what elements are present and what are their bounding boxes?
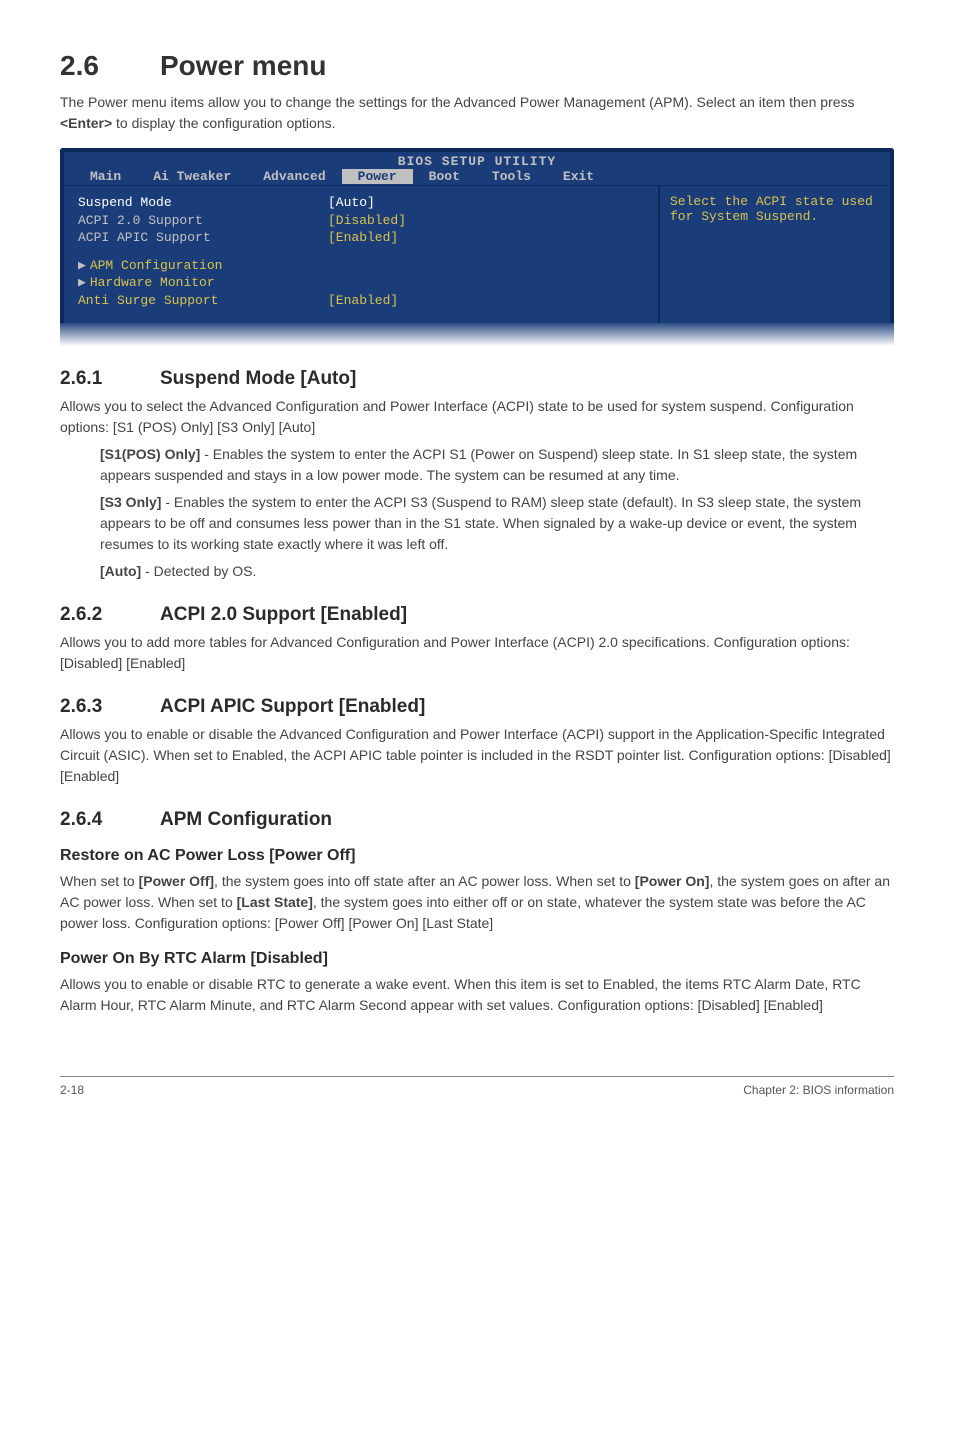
bold: [Last State]: [237, 894, 313, 910]
subsection-title: APM Configuration: [160, 809, 332, 830]
bios-title: BIOS SETUP UTILITY: [64, 152, 890, 169]
subsection-title: ACPI APIC Support [Enabled]: [160, 696, 425, 717]
subsection-number: 2.6.3: [60, 696, 160, 718]
bios-item-value: [Disabled]: [328, 212, 406, 230]
bios-item-label: Suspend Mode: [78, 194, 328, 212]
bios-item-suspend-mode[interactable]: Suspend Mode [Auto]: [78, 194, 648, 212]
chevron-right-icon: ▶: [78, 274, 86, 292]
bios-submenu-apm[interactable]: ▶APM Configuration: [78, 257, 648, 275]
bios-submenu-label: APM Configuration: [90, 257, 223, 275]
option-text: - Enables the system to enter the ACPI S…: [100, 494, 861, 552]
section-title-text: Power menu: [160, 50, 326, 81]
bios-tab-boot[interactable]: Boot: [413, 169, 476, 184]
bios-left-panel: Suspend Mode [Auto] ACPI 2.0 Support [Di…: [64, 186, 658, 323]
option-body-restore-ac: When set to [Power Off], the system goes…: [60, 871, 894, 934]
subsection-heading-261: 2.6.1Suspend Mode [Auto]: [60, 368, 894, 390]
bios-item-acpi-apic[interactable]: ACPI APIC Support [Enabled]: [78, 229, 648, 247]
bios-item-label: Anti Surge Support: [78, 292, 328, 310]
subsection-number: 2.6.4: [60, 809, 160, 831]
bios-tab-exit[interactable]: Exit: [547, 169, 610, 184]
option-auto: [Auto] - Detected by OS.: [100, 561, 894, 582]
option-bold: [Auto]: [100, 563, 141, 579]
text: When set to: [60, 873, 139, 889]
bios-item-label: ACPI 2.0 Support: [78, 212, 328, 230]
option-heading-restore-ac: Restore on AC Power Loss [Power Off]: [60, 847, 894, 865]
bios-tab-advanced[interactable]: Advanced: [247, 169, 341, 184]
intro-after: to display the configuration options.: [112, 115, 335, 131]
bios-submenu-label: Hardware Monitor: [90, 274, 215, 292]
text: , the system goes into off state after a…: [214, 873, 635, 889]
enter-key: <Enter>: [60, 115, 112, 131]
option-text: - Enables the system to enter the ACPI S…: [100, 446, 857, 483]
subsection-title: Suspend Mode [Auto]: [160, 368, 356, 389]
option-text: - Detected by OS.: [141, 563, 256, 579]
footer-page-number: 2-18: [60, 1083, 84, 1097]
bios-tab-aitweaker[interactable]: Ai Tweaker: [137, 169, 247, 184]
bios-tab-power[interactable]: Power: [342, 169, 413, 184]
option-s3only: [S3 Only] - Enables the system to enter …: [100, 492, 894, 555]
bold: [Power On]: [635, 873, 710, 889]
chevron-right-icon: ▶: [78, 257, 86, 275]
subsection-body: Allows you to select the Advanced Config…: [60, 396, 894, 438]
bios-submenu-hwmonitor[interactable]: ▶Hardware Monitor: [78, 274, 648, 292]
footer-chapter: Chapter 2: BIOS information: [743, 1083, 894, 1097]
subsection-title: ACPI 2.0 Support [Enabled]: [160, 604, 407, 625]
section-number: 2.6: [60, 50, 160, 82]
bios-item-value: [Enabled]: [328, 292, 398, 310]
option-s1pos: [S1(POS) Only] - Enables the system to e…: [100, 444, 894, 486]
option-body-rtc-alarm: Allows you to enable or disable RTC to g…: [60, 974, 894, 1016]
bios-tab-bar: Main Ai Tweaker Advanced Power Boot Tool…: [64, 169, 890, 186]
subsection-number: 2.6.2: [60, 604, 160, 626]
bios-screenshot: BIOS SETUP UTILITY Main Ai Tweaker Advan…: [60, 148, 894, 323]
option-heading-rtc-alarm: Power On By RTC Alarm [Disabled]: [60, 950, 894, 968]
bios-item-label: ACPI APIC Support: [78, 229, 328, 247]
subsection-heading-262: 2.6.2ACPI 2.0 Support [Enabled]: [60, 604, 894, 626]
subsection-body: Allows you to add more tables for Advanc…: [60, 632, 894, 674]
bios-help-text: Select the ACPI state used for System Su…: [670, 194, 873, 224]
subsection-number: 2.6.1: [60, 368, 160, 390]
bios-tab-tools[interactable]: Tools: [476, 169, 547, 184]
intro-before: The Power menu items allow you to change…: [60, 94, 855, 110]
option-bold: [S3 Only]: [100, 494, 161, 510]
subsection-heading-264: 2.6.4APM Configuration: [60, 809, 894, 831]
bios-tab-main[interactable]: Main: [74, 169, 137, 184]
bold: [Power Off]: [139, 873, 214, 889]
bios-item-anti-surge[interactable]: Anti Surge Support [Enabled]: [78, 292, 648, 310]
bios-item-acpi20[interactable]: ACPI 2.0 Support [Disabled]: [78, 212, 648, 230]
page-footer: 2-18 Chapter 2: BIOS information: [60, 1076, 894, 1097]
section-heading: 2.6Power menu: [60, 50, 894, 82]
intro-paragraph: The Power menu items allow you to change…: [60, 92, 894, 134]
subsection-heading-263: 2.6.3ACPI APIC Support [Enabled]: [60, 696, 894, 718]
subsection-body: Allows you to enable or disable the Adva…: [60, 724, 894, 787]
bios-help-panel: Select the ACPI state used for System Su…: [658, 186, 890, 323]
option-bold: [S1(POS) Only]: [100, 446, 200, 462]
bios-fade-decoration: [60, 321, 894, 346]
bios-item-value: [Auto]: [328, 194, 375, 212]
bios-item-value: [Enabled]: [328, 229, 398, 247]
